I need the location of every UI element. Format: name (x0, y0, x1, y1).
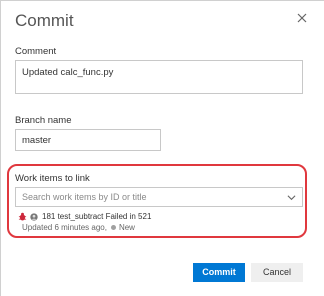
state-dot-icon (110, 225, 116, 230)
work-item-state: New (118, 223, 135, 232)
work-items-label: Work items to link (15, 173, 90, 184)
work-item-row[interactable]: 181 test_subtract Failed in 521 (18, 212, 151, 221)
bug-icon (18, 212, 27, 221)
chevron-down-icon[interactable] (287, 193, 296, 202)
avatar-icon (30, 212, 38, 221)
work-items-search-input[interactable]: Search work items by ID or title (15, 187, 303, 207)
search-placeholder: Search work items by ID or title (22, 192, 147, 202)
work-item-meta: Updated 6 minutes ago, New (22, 223, 135, 232)
work-item-updated: Updated 6 minutes ago, (22, 223, 107, 232)
comment-label: Comment (15, 46, 57, 57)
commit-dialog: Commit Comment Updated calc_func.py Bran… (0, 0, 324, 296)
commit-button[interactable]: Commit (193, 263, 245, 282)
branch-name-field[interactable]: master (15, 129, 161, 151)
branch-name-label: Branch name (15, 115, 72, 126)
comment-field[interactable]: Updated calc_func.py (15, 60, 303, 94)
close-icon[interactable] (294, 10, 310, 26)
work-item-title: 181 test_subtract Failed in 521 (42, 212, 152, 221)
cancel-button[interactable]: Cancel (251, 263, 303, 282)
dialog-title: Commit (15, 11, 74, 30)
